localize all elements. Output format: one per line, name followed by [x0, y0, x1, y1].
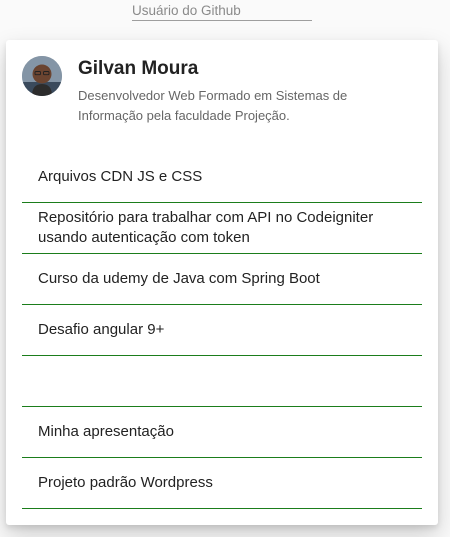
repo-item[interactable]: Desafio angular 9+: [22, 305, 422, 356]
github-user-search: [132, 0, 312, 21]
profile-name: Gilvan Moura: [78, 58, 199, 79]
repo-item[interactable]: Projeto padrão Wordpress: [22, 458, 422, 509]
profile-header: Gilvan Moura Desenvolvedor Web Formado e…: [22, 56, 422, 126]
repo-item[interactable]: Minha apresentação: [22, 407, 422, 458]
repo-item[interactable]: Repositório para trabalhar com API no Co…: [22, 203, 422, 254]
repo-item-empty[interactable]: [22, 356, 422, 407]
repository-list: Arquivos CDN JS e CSS Repositório para t…: [22, 151, 422, 509]
profile-card: Gilvan Moura Desenvolvedor Web Formado e…: [6, 40, 438, 525]
repo-item[interactable]: Curso da udemy de Java com Spring Boot: [22, 254, 422, 305]
repo-item[interactable]: Arquivos CDN JS e CSS: [22, 151, 422, 203]
profile-bio: Desenvolvedor Web Formado em Sistemas de…: [78, 88, 348, 123]
avatar: [22, 56, 62, 96]
github-user-search-input[interactable]: [132, 0, 312, 20]
